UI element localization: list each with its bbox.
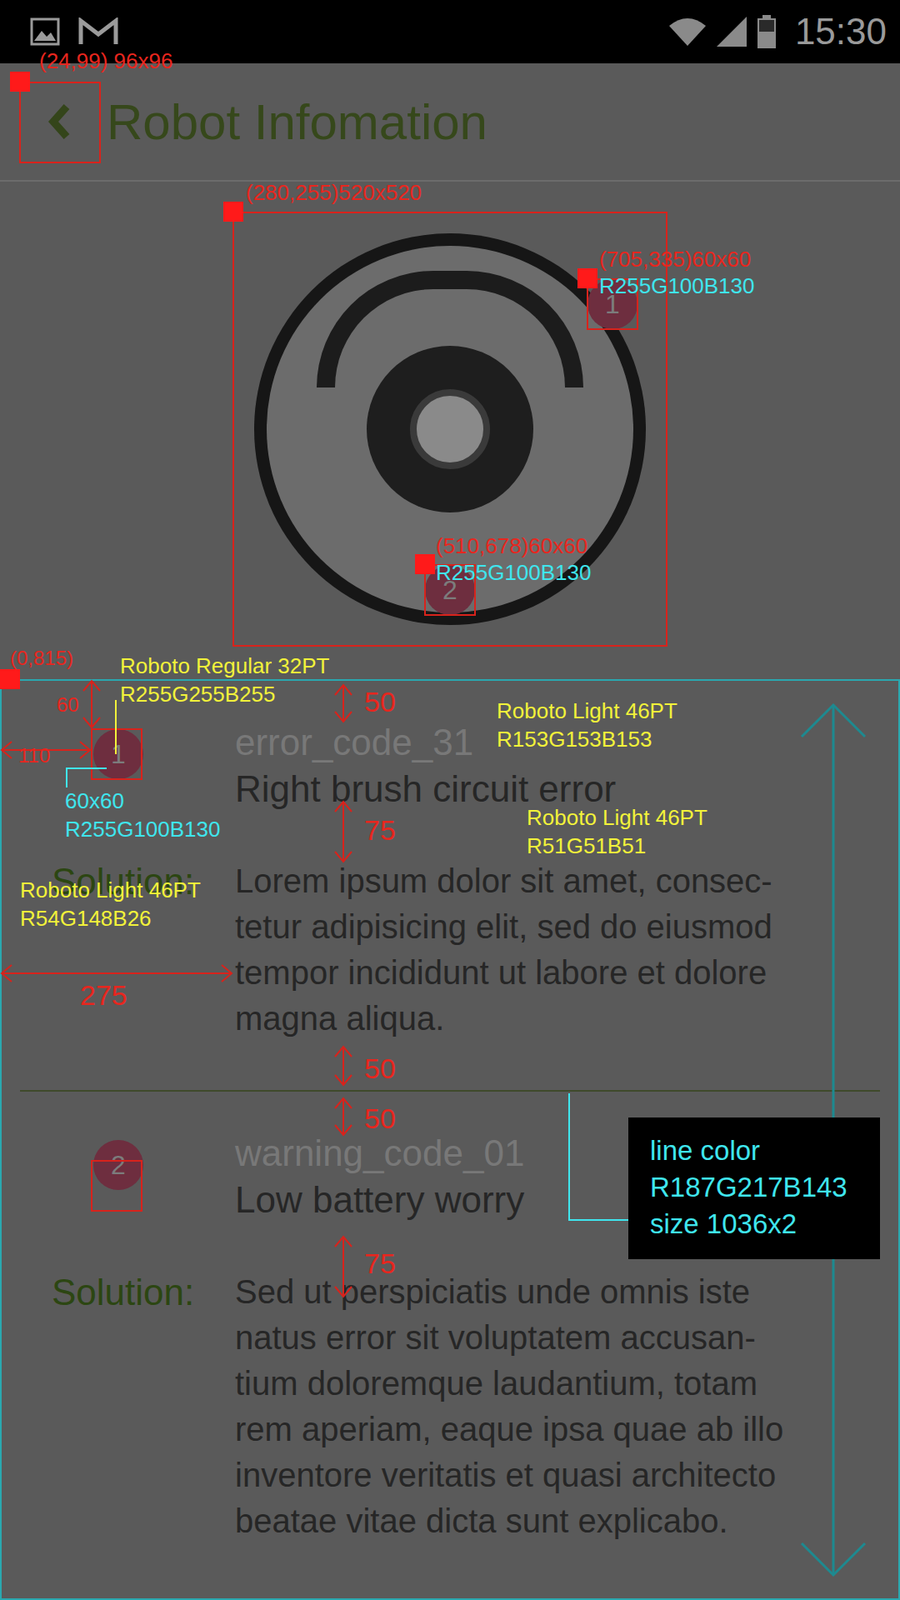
spec-annotation: R255G100B130 xyxy=(65,816,220,843)
spec-annotation: Roboto Regular 32PT xyxy=(120,653,330,680)
battery-icon xyxy=(756,15,777,49)
spec-annotation: R255G255B255 xyxy=(120,681,275,708)
spec-annotation: (24,99) 96x96 xyxy=(39,48,173,75)
spec-annotation: 50 xyxy=(364,685,396,720)
spec-annotation: R54G148B26 xyxy=(20,905,152,932)
spec-annotation: R255G100B130 xyxy=(435,560,591,586)
screen: 15:30 Robot Infomation 12 1 error_code_3… xyxy=(0,0,900,1600)
clock: 15:30 xyxy=(795,10,887,53)
spec-annotation: 275 xyxy=(80,978,128,1013)
spec-annotation: 60 xyxy=(56,693,80,718)
item-badge: 1 xyxy=(93,729,144,780)
back-button[interactable] xyxy=(20,81,100,162)
spec-annotation: 60x60 xyxy=(65,788,125,815)
solution-text: Sed ut perspiciatis unde omnis istenatus… xyxy=(235,1269,899,1545)
back-chevron-icon xyxy=(43,101,77,142)
spec-overlay xyxy=(0,0,900,1600)
spec-annotation: (705,335)60x60 xyxy=(599,246,751,273)
spec-annotation: Roboto Light 46PT xyxy=(20,877,201,904)
spec-annotation: 75 xyxy=(364,1246,396,1281)
page-title: Robot Infomation xyxy=(106,93,488,151)
spec-annotation: R51G51B51 xyxy=(526,833,646,860)
divider xyxy=(20,1090,880,1092)
item-badge: 2 xyxy=(93,1140,144,1190)
signal-icon xyxy=(715,15,749,49)
spec-annotation: Roboto Light 46PT xyxy=(526,805,708,831)
gallery-icon xyxy=(30,17,60,46)
spec-annotation: (280,255)520x520 xyxy=(245,180,422,206)
wifi-icon xyxy=(668,15,707,48)
mail-icon xyxy=(78,17,119,46)
spec-annotation: 50 xyxy=(364,1051,396,1086)
spec-annotation: 50 xyxy=(364,1101,396,1136)
spec-annotation: R255G100B130 xyxy=(599,273,755,300)
error-item: 1 error_code_31 Right brush circuit erro… xyxy=(1,680,899,1042)
solution-text: Lorem ipsum dolor sit amet, consec-tetur… xyxy=(235,858,899,1042)
line-spec-note: line colorR187G217B143size 1036x2 xyxy=(628,1117,880,1260)
spec-annotation: R153G153B153 xyxy=(496,726,652,753)
spec-annotation: (510,678)60x60 xyxy=(435,533,588,560)
header: Robot Infomation xyxy=(0,63,900,182)
spec-annotation: 75 xyxy=(364,813,396,848)
robot-area: 12 xyxy=(0,181,900,680)
spec-annotation: 110 xyxy=(18,744,50,769)
solution-label: Solution: xyxy=(1,1269,235,1545)
spec-annotation: (0,815) xyxy=(10,646,74,671)
spec-annotation: Roboto Light 46PT xyxy=(496,698,678,725)
